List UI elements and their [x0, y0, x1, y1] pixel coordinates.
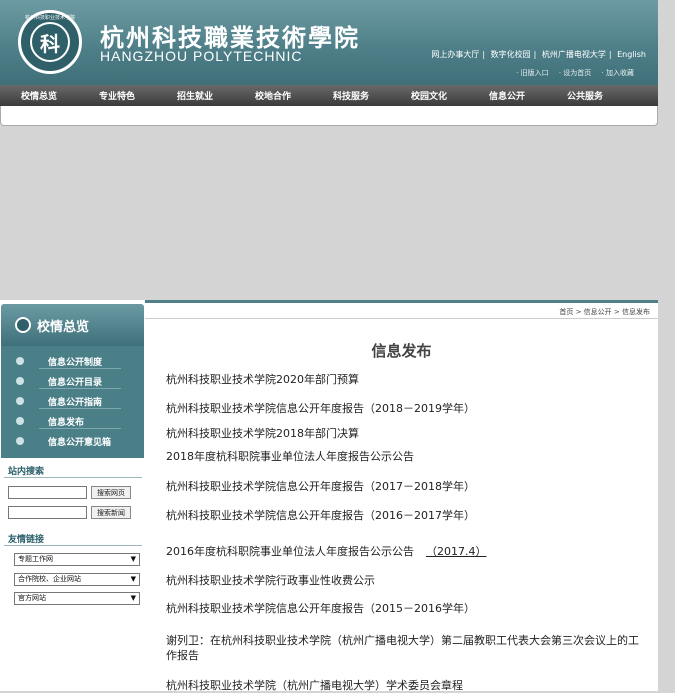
- article-link[interactable]: 杭州科技职业技术学院2018年部门决算: [166, 425, 359, 441]
- bullet-icon: [16, 377, 24, 385]
- sidebar-title: 校情总览: [37, 320, 90, 335]
- sidebar-menu: 信息公开制度 信息公开目录 信息公开指南 信息发布 信息公开意见箱: [1, 346, 144, 458]
- sidebar-item-label: 信息发布: [48, 418, 85, 428]
- nav-item-admission[interactable]: 招生就业: [156, 89, 234, 102]
- nav-item-campus-culture[interactable]: 校园文化: [390, 89, 468, 102]
- article-link[interactable]: 杭州科技职业技术学院信息公开年度报告（2018－2019学年）: [166, 400, 475, 416]
- nav-item-info-disclosure[interactable]: 信息公开: [468, 89, 546, 102]
- divider: [4, 545, 142, 546]
- breadcrumb-bar: 首页 > 信息公开 > 信息发布: [145, 300, 658, 319]
- article-link[interactable]: 杭州科技职业技术学院行政事业性收费公示: [166, 572, 375, 588]
- sub-nav-bar: [0, 106, 658, 126]
- divider: [39, 368, 121, 369]
- sidebar-item-info-release[interactable]: 信息发布: [1, 411, 144, 431]
- site-header: 杭州科技职业技术学院 科 杭州科技職業技術學院 HANGZHOU POLYTEC…: [0, 0, 658, 85]
- nav-item-cooperation[interactable]: 校地合作: [234, 89, 312, 102]
- search-input-news[interactable]: [8, 506, 87, 519]
- article-link[interactable]: 2016年度杭科职院事业单位法人年度报告公示公告 （2017.4）: [166, 543, 487, 559]
- article-date: （2017.4）: [426, 545, 487, 558]
- select-official-sites[interactable]: 官方网站 ▼: [14, 592, 140, 605]
- top-link-english[interactable]: English: [617, 50, 646, 59]
- school-name-en: HANGZHOU POLYTECHNIC: [100, 48, 303, 64]
- article-link[interactable]: 2018年度杭科职院事业单位法人年度报告公示公告: [166, 448, 414, 464]
- top-links: 网上办事大厅 | 数字化校园 | 杭州广播电视大学 | English: [431, 50, 646, 59]
- search-news-button[interactable]: 搜索新闻: [91, 506, 131, 519]
- main-nav: 校情总览 专业特色 招生就业 校地合作 科技服务 校园文化 信息公开 公共服务: [0, 85, 658, 106]
- top-link-digital-campus[interactable]: 数字化校园: [491, 50, 531, 59]
- sidebar-item-feedback-box[interactable]: 信息公开意见箱: [1, 431, 144, 451]
- sidebar-item-label: 信息公开目录: [48, 378, 103, 388]
- article-link[interactable]: 谢列卫：在杭州科技职业技术学院（杭州广播电视大学）第二届教职工代表大会第三次会议…: [166, 633, 644, 663]
- select-special-sites[interactable]: 专题工作网 ▼: [14, 553, 140, 566]
- top-link-service-hall[interactable]: 网上办事大厅: [431, 50, 479, 59]
- nav-item-public-service[interactable]: 公共服务: [546, 89, 624, 102]
- nav-item-overview[interactable]: 校情总览: [0, 89, 78, 102]
- sidebar-item-disclosure-guide[interactable]: 信息公开指南: [1, 391, 144, 411]
- school-logo-icon[interactable]: 杭州科技职业技术学院 科: [18, 10, 82, 74]
- bullet-icon: [16, 397, 24, 405]
- article-title: 2016年度杭科职院事业单位法人年度报告公示公告: [166, 545, 414, 558]
- chevron-down-icon: ▼: [130, 594, 136, 602]
- sidebar-item-label: 信息公开意见箱: [48, 438, 112, 448]
- divider: [4, 477, 142, 478]
- logo-glyph: 科: [30, 22, 70, 62]
- sidebar-item-disclosure-catalog[interactable]: 信息公开目录: [1, 371, 144, 391]
- sub-link-add-favorite[interactable]: · 加入收藏: [602, 69, 634, 77]
- logo-ring-text: 杭州科技职业技术学院: [24, 15, 75, 21]
- sidebar: 校情总览 信息公开制度 信息公开目录 信息公开指南 信息发布 信息公开意见箱 站…: [0, 300, 145, 691]
- search-section-title: 站内搜索: [8, 467, 45, 477]
- nav-item-specialty[interactable]: 专业特色: [78, 89, 156, 102]
- select-value: 合作院校、企业网站: [18, 575, 81, 583]
- sidebar-item-label: 信息公开制度: [48, 358, 103, 368]
- bullet-icon: [16, 417, 24, 425]
- divider: [39, 388, 121, 389]
- sidebar-item-disclosure-system[interactable]: 信息公开制度: [1, 351, 144, 371]
- chevron-down-icon: ▼: [130, 575, 136, 583]
- select-partner-sites[interactable]: 合作院校、企业网站 ▼: [14, 573, 140, 586]
- article-link[interactable]: 杭州科技职业技术学院2020年部门预算: [166, 371, 359, 387]
- divider: [39, 428, 121, 429]
- sub-links: · 旧版入口 · 设为首页 · 加入收藏: [508, 68, 634, 78]
- search-web-button[interactable]: 搜索网页: [91, 486, 131, 499]
- divider: [39, 408, 121, 409]
- article-link[interactable]: 杭州科技职业技术学院信息公开年度报告（2015－2016学年）: [166, 600, 475, 616]
- page-title: 信息发布: [371, 342, 432, 360]
- main-content: 首页 > 信息公开 > 信息发布 信息发布 杭州科技职业技术学院2020年部门预…: [145, 300, 658, 692]
- article-link[interactable]: 杭州科技职业技术学院信息公开年度报告（2016－2017学年）: [166, 507, 475, 523]
- article-link[interactable]: 杭州科技职业技术学院信息公开年度报告（2017－2018学年）: [166, 478, 475, 494]
- sub-link-old-version[interactable]: · 旧版入口: [516, 69, 548, 77]
- sidebar-item-label: 信息公开指南: [48, 398, 103, 408]
- search-input-web[interactable]: [8, 486, 87, 499]
- top-link-tv-university[interactable]: 杭州广播电视大学: [542, 50, 606, 59]
- breadcrumb[interactable]: 首页 > 信息公开 > 信息发布: [559, 307, 650, 317]
- nav-item-tech-service[interactable]: 科技服务: [312, 89, 390, 102]
- bullet-icon: [16, 437, 24, 445]
- chevron-down-icon: ▼: [130, 555, 136, 563]
- sidebar-header: 校情总览: [1, 304, 144, 346]
- sub-link-set-homepage[interactable]: · 设为首页: [559, 69, 591, 77]
- bullet-icon: [16, 357, 24, 365]
- select-value: 官方网站: [18, 594, 46, 602]
- links-section-title: 友情链接: [8, 535, 45, 545]
- select-value: 专题工作网: [18, 555, 53, 563]
- emblem-icon: [15, 317, 31, 333]
